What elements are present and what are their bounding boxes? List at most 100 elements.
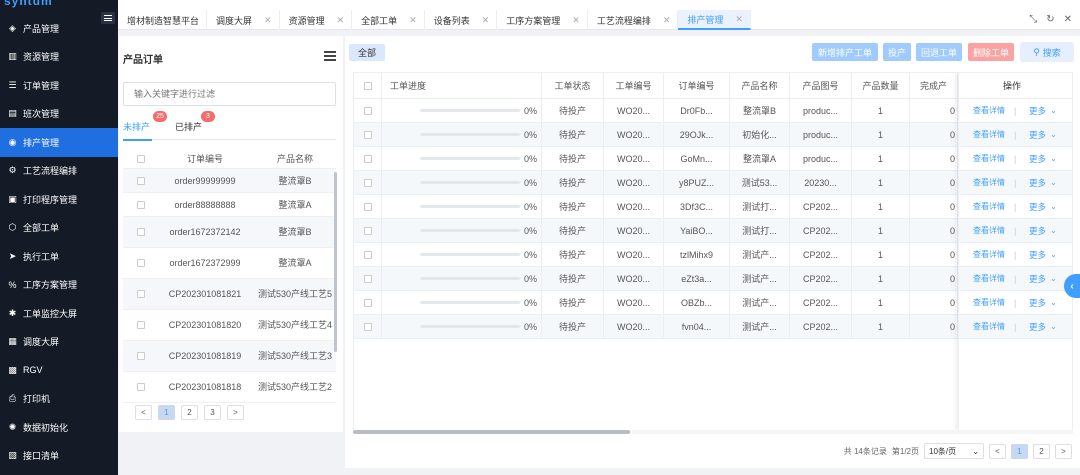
row-checkbox[interactable] [363, 106, 372, 115]
more-dropdown[interactable]: 更多 [1029, 273, 1046, 285]
sidebar-item-13[interactable]: ⎙ 打印机 [0, 385, 118, 414]
view-details-link[interactable]: 查看详情 [973, 105, 1005, 116]
sidebar-item-6[interactable]: ▣ 打印程序管理 [0, 185, 118, 214]
page-1-button[interactable]: 1 [1011, 443, 1028, 459]
more-dropdown[interactable]: 更多 [1029, 297, 1046, 309]
row-checkbox[interactable] [137, 200, 145, 209]
page-3-button[interactable]: 3 [204, 405, 221, 420]
tab-close-icon[interactable]: ✕ [572, 15, 580, 26]
table-row[interactable]: order1672372999 整流罩A [123, 248, 336, 279]
prev-page-button[interactable]: < [989, 443, 1006, 459]
hamburger-menu-icon[interactable] [324, 51, 336, 61]
view-details-link[interactable]: 查看详情 [973, 153, 1005, 164]
table-row[interactable]: CP202301081820 测试530产线工艺4 [123, 310, 336, 341]
table-row[interactable]: order88888888 整流罩A [123, 193, 336, 217]
refresh-icon[interactable]: ↻ [1046, 14, 1054, 25]
row-checkbox[interactable] [363, 322, 372, 331]
sidebar-item-5[interactable]: ⚙ 工艺流程编排 [0, 157, 118, 186]
row-checkbox[interactable] [137, 259, 145, 267]
more-dropdown[interactable]: 更多 [1029, 321, 1046, 333]
sidebar-item-3[interactable]: ▤ 班次管理 [0, 100, 118, 129]
more-dropdown[interactable]: 更多 [1029, 225, 1046, 237]
tab-5[interactable]: 工序方案管理 ✕ [497, 10, 588, 30]
row-checkbox[interactable] [137, 383, 145, 391]
tab-0[interactable]: 增材制造智慧平台 [118, 10, 208, 30]
row-checkbox[interactable] [363, 250, 372, 259]
row-checkbox[interactable] [137, 352, 145, 360]
table-row[interactable]: CP202301081819 测试530产线工艺3 [123, 341, 336, 372]
add-work-order-button[interactable]: 新增排产工单 [812, 43, 878, 61]
row-checkbox[interactable] [137, 176, 145, 185]
sidebar-item-14[interactable]: ✺ 数据初始化 [0, 413, 118, 442]
more-dropdown[interactable]: 更多 [1029, 153, 1046, 165]
row-checkbox[interactable] [363, 274, 372, 283]
tab-close-icon[interactable]: ✕ [735, 14, 743, 25]
sidebar-item-4[interactable]: ◉ 排产管理 [0, 128, 118, 157]
more-dropdown[interactable]: 更多 [1029, 105, 1046, 117]
sidebar-item-15[interactable]: ▧ 接口清单 [0, 442, 118, 471]
filter-all-button[interactable]: 全部 [349, 44, 385, 61]
page-size-select[interactable]: 10条/页 ⌄ [924, 443, 984, 459]
menu-collapse-icon[interactable] [101, 12, 115, 24]
table-row[interactable]: CP202301081821 测试530产线工艺5 [123, 279, 336, 310]
view-details-link[interactable]: 查看详情 [973, 249, 1005, 260]
row-checkbox[interactable] [363, 154, 372, 163]
tab-1[interactable]: 调度大屏 ✕ [207, 10, 280, 30]
keyword-filter-input[interactable] [123, 82, 336, 106]
sidebar-item-8[interactable]: ➤ 执行工单 [0, 242, 118, 271]
tab-2[interactable]: 资源管理 ✕ [280, 10, 353, 30]
sidebar-item-10[interactable]: ✱ 工单监控大屏 [0, 299, 118, 328]
sidebar-item-12[interactable]: ▩ RGV [0, 356, 118, 385]
delete-button[interactable]: 删除工单 [968, 43, 1014, 61]
more-dropdown[interactable]: 更多 [1029, 177, 1046, 189]
row-checkbox[interactable] [137, 228, 145, 236]
close-icon[interactable]: ✕ [1064, 14, 1072, 25]
table-row[interactable]: order99999999 整流罩B [123, 169, 336, 193]
tab-close-icon[interactable]: ✕ [663, 15, 671, 26]
page-2-button[interactable]: 2 [1033, 443, 1050, 459]
tab-close-icon[interactable]: ✕ [482, 15, 490, 26]
tab-unscheduled[interactable]: 未排产 25 [123, 111, 167, 141]
page-1-button[interactable]: 1 [158, 405, 175, 420]
row-checkbox[interactable] [363, 298, 372, 307]
page-2-button[interactable]: 2 [181, 405, 198, 420]
tab-close-icon[interactable]: ✕ [337, 15, 345, 26]
view-details-link[interactable]: 查看详情 [973, 273, 1005, 284]
tab-scheduled[interactable]: 已排产 3 [175, 111, 215, 133]
left-scrollbar[interactable] [334, 172, 337, 352]
h-scrollbar[interactable] [353, 430, 630, 434]
tab-3[interactable]: 全部工单 ✕ [352, 10, 425, 30]
tab-close-icon[interactable]: ✕ [264, 15, 272, 26]
tab-close-icon[interactable]: ✕ [409, 15, 417, 26]
row-checkbox[interactable] [137, 321, 145, 329]
prev-page-button[interactable]: < [135, 405, 152, 420]
row-checkbox[interactable] [363, 178, 372, 187]
select-all-checkbox[interactable] [137, 154, 145, 163]
view-details-link[interactable]: 查看详情 [973, 297, 1005, 308]
search-button[interactable]: ⚲ 搜索 [1020, 42, 1074, 62]
table-row[interactable]: order1672372142 整流罩B [123, 217, 336, 248]
select-all-checkbox[interactable] [363, 81, 372, 90]
next-page-button[interactable]: > [227, 405, 244, 420]
sidebar-item-1[interactable]: ▥ 资源管理 [0, 43, 118, 72]
tab-4[interactable]: 设备列表 ✕ [425, 10, 498, 30]
sidebar-item-11[interactable]: ▦ 调度大屏 [0, 328, 118, 357]
tab-6[interactable]: 工艺流程编排 ✕ [588, 10, 679, 30]
more-dropdown[interactable]: 更多 [1029, 249, 1046, 261]
more-dropdown[interactable]: 更多 [1029, 201, 1046, 213]
row-checkbox[interactable] [363, 130, 372, 139]
more-dropdown[interactable]: 更多 [1029, 129, 1046, 141]
fullscreen-icon[interactable]: ⤡ [1029, 14, 1037, 25]
tab-7[interactable]: 排产管理 ✕ [678, 10, 751, 30]
view-details-link[interactable]: 查看详情 [973, 225, 1005, 236]
row-checkbox[interactable] [363, 202, 372, 211]
produce-button[interactable]: 投产 [883, 43, 911, 61]
table-row[interactable]: CP202301081818 测试530产线工艺2 [123, 372, 336, 403]
sidebar-item-7[interactable]: ⬡ 全部工单 [0, 214, 118, 243]
sidebar-item-2[interactable]: ☰ 订单管理 [0, 71, 118, 100]
row-checkbox[interactable] [137, 290, 145, 298]
row-checkbox[interactable] [363, 226, 372, 235]
rollback-button[interactable]: 回退工单 [916, 43, 962, 61]
sidebar-item-9[interactable]: % 工序方案管理 [0, 271, 118, 300]
view-details-link[interactable]: 查看详情 [973, 321, 1005, 332]
